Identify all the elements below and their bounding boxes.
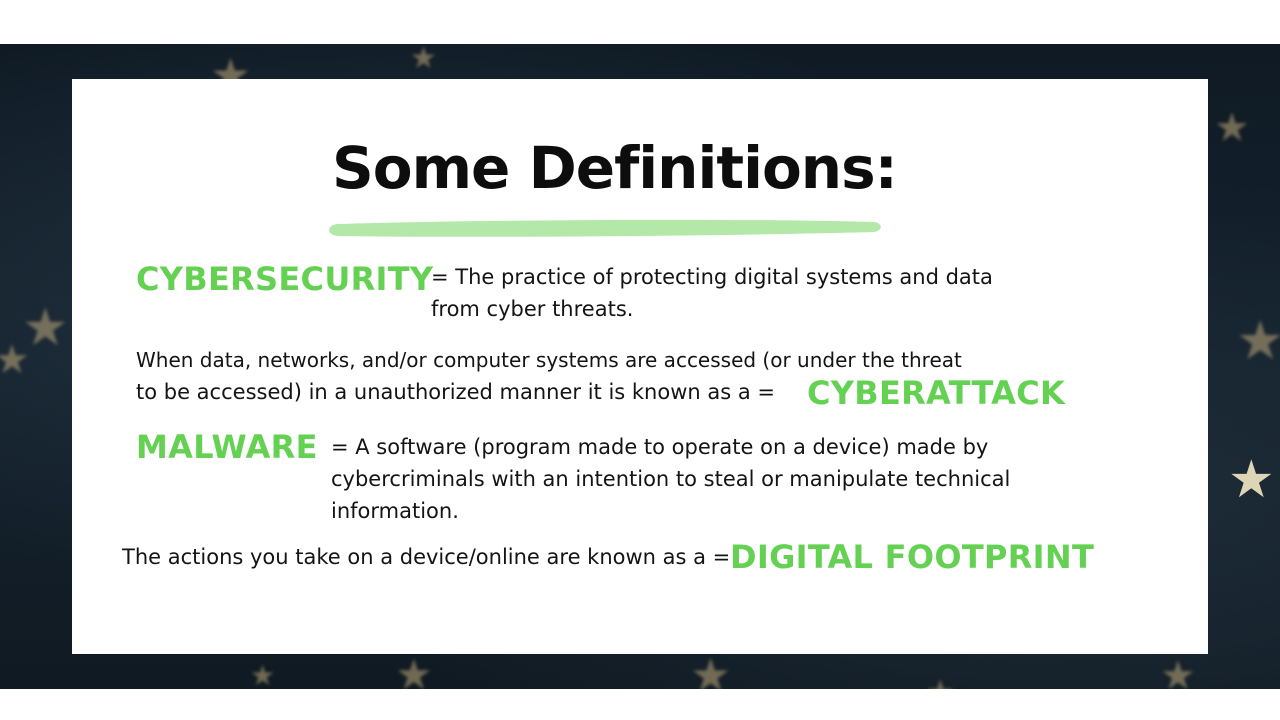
title-underline xyxy=(329,219,881,237)
definition-digital-footprint-line1: The actions you take on a device/online … xyxy=(122,545,731,569)
definition-malware-line1: = A software (program made to operate on… xyxy=(331,435,989,459)
term-digital-footprint: DIGITAL FOOTPRINT xyxy=(730,538,1095,576)
star-icon: ★ xyxy=(690,648,732,689)
definition-cybersecurity-line1: = The practice of protecting digital sys… xyxy=(431,265,993,289)
star-icon: ★ xyxy=(250,659,276,690)
star-icon: ★ xyxy=(1214,105,1250,151)
definition-malware-line3: information. xyxy=(331,499,459,523)
star-icon: ★ xyxy=(1228,450,1275,510)
term-cybersecurity: CYBERSECURITY xyxy=(136,260,434,298)
star-icon: ★ xyxy=(410,44,437,76)
star-icon: ★ xyxy=(395,650,433,690)
star-icon: ★ xyxy=(0,337,30,383)
definition-cyberattack-line2: to be accessed) in a unauthorized manner… xyxy=(136,380,776,404)
slide-title: Some Definitions: xyxy=(332,134,898,202)
star-icon: ★ xyxy=(1160,653,1196,689)
definition-cyberattack-line1: When data, networks, and/or computer sys… xyxy=(136,348,962,372)
definition-cybersecurity-line2: from cyber threats. xyxy=(431,297,634,321)
star-icon: ★ xyxy=(925,676,955,689)
term-malware: MALWARE xyxy=(136,428,318,466)
star-icon: ★ xyxy=(1236,309,1280,372)
term-cyberattack: CYBERATTACK xyxy=(807,374,1066,412)
definition-malware-line2: cybercriminals with an intention to stea… xyxy=(331,467,1011,491)
